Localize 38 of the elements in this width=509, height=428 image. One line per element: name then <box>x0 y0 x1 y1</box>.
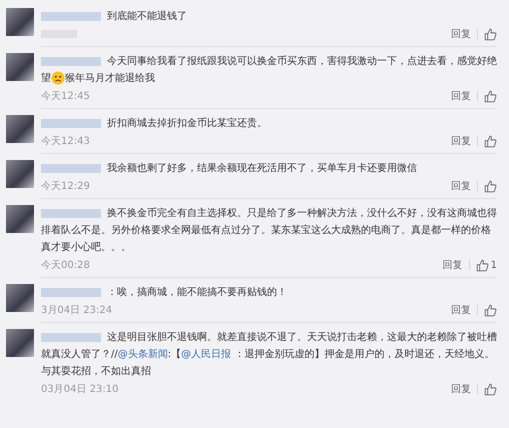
comment-text: 到底能不能退钱了 <box>41 8 497 25</box>
avatar-placeholder[interactable] <box>6 160 34 188</box>
mention-link[interactable]: @人民日报 <box>181 349 232 360</box>
reply-link[interactable]: 回复 <box>451 179 471 193</box>
avatar-placeholder[interactable] <box>6 284 34 312</box>
comment-time: 今天12:45 <box>41 90 90 103</box>
mention-link[interactable]: @头条新闻 <box>118 349 168 360</box>
comment-text: 我余额也剩了好多，结果余额现在死活用不了，买单车月卡还要用微信 <box>41 160 497 177</box>
comment-time: 今天12:43 <box>41 135 90 148</box>
avatar-placeholder[interactable] <box>6 329 34 357</box>
reply-link[interactable]: 回复 <box>451 89 471 103</box>
thumbs-up-icon[interactable] <box>476 258 489 272</box>
reply-link[interactable]: 回复 <box>451 27 471 41</box>
avatar-placeholder[interactable] <box>6 115 34 143</box>
avatar-placeholder[interactable] <box>6 205 34 233</box>
thumbs-up-icon[interactable] <box>484 134 497 148</box>
reply-link[interactable]: 回复 <box>451 134 471 148</box>
thumbs-up-icon[interactable] <box>484 180 497 192</box>
avatar-placeholder[interactable] <box>6 8 34 36</box>
comment-text: 这是明目张胆不退钱啊。就差直接说不退了。天天说打击老赖，这最大的老赖除了被吐槽就真没人管了？//@头条新闻:【@人民日报 ：退押金别玩虚的】押金是用户的，及时退还，天经地义。与其耍花招，不如出真招 <box>41 330 497 379</box>
thumbs-up-icon[interactable] <box>484 28 497 40</box>
reply-link[interactable]: 回复 <box>442 258 463 272</box>
comment-text: 折扣商城去掉折扣金币比某宝还贵。 <box>41 115 497 132</box>
comment-text: 换不换金币完全有自主选择权。只是给了多一种解决方法，没什么不好，没有这商城也得排着队么不是。另外价格要求全网最低有点过分了。某东某宝这么大成熟的电商了。真是都一样的价格真才要小心吧。。。 <box>41 206 497 255</box>
comment-time: 3月04日 23:24 <box>41 304 112 317</box>
comment-time: 03月04日 23:10 <box>41 383 118 396</box>
thumbs-up-icon[interactable] <box>484 382 497 396</box>
reply-link[interactable]: 回复 <box>451 303 471 317</box>
comment-text: ：唉，搞商城，能不能搞不要再贴钱的！ <box>41 284 497 301</box>
like-count: 1 <box>490 260 497 270</box>
avatar-placeholder[interactable] <box>6 53 34 81</box>
comment-time: 今天12:29 <box>41 180 90 193</box>
comment-text: 今天同事给我看了报纸跟我说可以换金币买东西，害得我激动一下，点进去看，感觉好绝望 猴年马月才能退给我 <box>41 54 497 87</box>
comment-time: 今天00:28 <box>41 259 90 272</box>
thumbs-up-icon[interactable] <box>484 90 497 102</box>
sad-face-icon <box>51 71 65 86</box>
reply-link[interactable]: 回复 <box>451 382 471 396</box>
thumbs-up-icon[interactable] <box>484 304 497 316</box>
